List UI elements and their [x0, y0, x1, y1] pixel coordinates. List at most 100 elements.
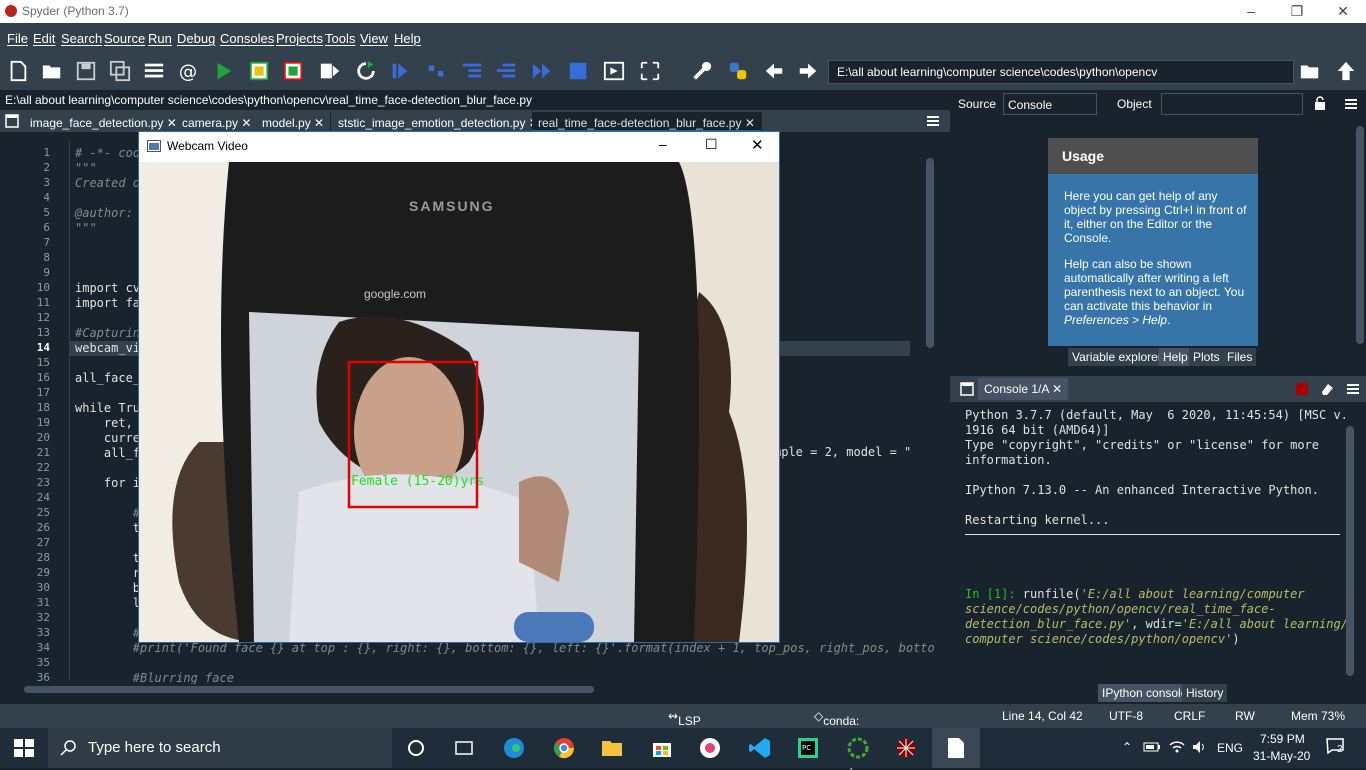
run-selection-icon[interactable] [318, 60, 342, 82]
chrome-icon[interactable] [552, 736, 576, 760]
fullscreen-icon[interactable] [638, 60, 662, 82]
line-number: 4 [43, 191, 50, 204]
preferences-icon[interactable] [690, 60, 714, 82]
close-icon[interactable]: ✕ [745, 116, 755, 130]
tray-arrow-icon[interactable]: ⌃ [1122, 740, 1132, 754]
tab-plots[interactable]: Plots [1189, 348, 1224, 366]
source-combo[interactable]: Console [1003, 93, 1097, 115]
maximize-pane-icon[interactable] [602, 60, 626, 82]
menu-edit[interactable]: Edit [33, 31, 55, 46]
ipython-console[interactable]: Python 3.7.7 (default, May 6 2020, 11:45… [956, 404, 1354, 680]
rerun-icon[interactable] [354, 60, 378, 82]
stop-icon[interactable] [566, 60, 590, 82]
volume-icon[interactable] [1192, 740, 1208, 754]
close-icon[interactable]: ✕ [1052, 382, 1062, 396]
webcam-minimize-button[interactable]: – [659, 136, 667, 152]
menu-search[interactable]: Search [61, 31, 102, 46]
tab-files[interactable]: Files [1223, 348, 1257, 366]
menu-source[interactable]: Source [104, 31, 145, 46]
options-menu-icon[interactable] [926, 114, 940, 128]
line-number: 23 [36, 476, 50, 489]
menu-file[interactable]: File [7, 31, 28, 46]
new-file-icon[interactable] [6, 60, 30, 82]
webcam-close-button[interactable]: ✕ [751, 136, 764, 154]
taskbar-search[interactable]: Type here to search [48, 728, 392, 768]
cortana-icon[interactable] [404, 736, 428, 760]
menu-run[interactable]: Run [148, 31, 172, 46]
step-into-icon[interactable] [460, 60, 484, 82]
console-tab[interactable]: Console 1/A ✕ [978, 378, 1069, 400]
back-arrow-icon[interactable] [762, 60, 786, 82]
run-icon[interactable] [212, 60, 236, 82]
media-player-icon[interactable] [698, 736, 722, 760]
step-return-icon[interactable] [494, 60, 518, 82]
step-icon[interactable] [424, 60, 448, 82]
close-icon[interactable]: ✕ [314, 116, 324, 130]
close-button[interactable]: ✕ [1320, 0, 1366, 23]
wifi-icon[interactable] [1168, 740, 1186, 754]
at-icon[interactable]: @ [176, 60, 200, 82]
spyder-icon[interactable] [894, 736, 918, 760]
store-icon[interactable] [650, 736, 674, 760]
tab-help[interactable]: Help [1159, 348, 1192, 366]
menu-consoles[interactable]: Consoles [220, 31, 274, 46]
help-scrollbar[interactable] [1356, 126, 1364, 344]
notification-center[interactable]: 2 [1326, 738, 1348, 758]
menu-help[interactable]: Help [394, 31, 421, 46]
windows-start-icon[interactable] [12, 736, 36, 760]
save-icon[interactable] [74, 60, 98, 82]
menu-tools[interactable]: Tools [325, 31, 355, 46]
options-menu-icon[interactable] [1346, 382, 1360, 396]
run-cell-advance-icon[interactable] [282, 60, 306, 82]
pycharm-icon[interactable]: PC [796, 736, 820, 760]
tab-camera[interactable]: camera.py ✕ [176, 112, 259, 132]
menu-projects[interactable]: Projects [276, 31, 323, 46]
browse-tabs-icon[interactable] [960, 382, 974, 396]
minimize-button[interactable]: – [1228, 0, 1274, 23]
tab-ststic-image-emotion-detection[interactable]: ststic_image_emotion_detection.py ✕ [332, 112, 546, 132]
file-explorer-icon[interactable] [600, 736, 624, 760]
debug-icon[interactable] [388, 60, 412, 82]
editor-horizontal-scrollbar[interactable] [24, 686, 594, 693]
open-file-icon[interactable] [40, 60, 64, 82]
list-icon[interactable] [142, 60, 166, 82]
options-menu-icon[interactable] [1344, 97, 1358, 111]
vscode-icon[interactable] [748, 736, 772, 760]
task-view-icon[interactable] [452, 736, 476, 760]
code-line: """ [75, 221, 97, 235]
clock-date[interactable]: 31-May-20 [1253, 749, 1310, 763]
save-all-icon[interactable] [108, 60, 132, 82]
eraser-icon[interactable] [1320, 382, 1334, 396]
tab-history[interactable]: History [1182, 684, 1228, 702]
object-input[interactable] [1161, 93, 1303, 115]
console-scrollbar[interactable] [1346, 426, 1354, 676]
run-cell-icon[interactable] [248, 60, 272, 82]
editor-vertical-scrollbar[interactable] [926, 158, 934, 348]
tab-real-time-face-detection[interactable]: real_time_face-detection_blur_face.py ✕ [532, 112, 762, 132]
continue-icon[interactable] [530, 60, 554, 82]
webcam-window[interactable]: Webcam Video – ☐ ✕ Female (15-20)yrs SAM… [138, 131, 780, 643]
tab-model[interactable]: model.py ✕ [256, 112, 332, 132]
browse-tabs-icon[interactable] [5, 114, 19, 128]
python-path-icon[interactable] [726, 60, 750, 82]
tab-ipython-console[interactable]: IPython console [1098, 684, 1192, 702]
menu-view[interactable]: View [360, 31, 388, 46]
tab-image-face-detection[interactable]: image_face_detection.py ✕ [24, 112, 184, 132]
parent-directory-icon[interactable] [1334, 60, 1358, 82]
edge-icon[interactable] [502, 736, 526, 760]
lock-icon[interactable] [1314, 96, 1326, 110]
forward-arrow-icon[interactable] [796, 60, 820, 82]
stop-kernel-icon[interactable] [1296, 383, 1308, 395]
working-directory-combo[interactable]: E:\all about learning\computer science\c… [828, 60, 1294, 84]
browse-folder-icon[interactable] [1298, 60, 1322, 82]
restore-button[interactable]: ❐ [1274, 0, 1320, 23]
language-indicator[interactable]: ENG [1217, 741, 1243, 755]
anaconda-icon[interactable] [846, 736, 870, 760]
active-app-highlight[interactable] [932, 728, 980, 768]
webcam-maximize-button[interactable]: ☐ [705, 136, 718, 153]
battery-icon[interactable] [1143, 740, 1161, 754]
clock-time[interactable]: 7:59 PM [1260, 732, 1305, 746]
close-icon[interactable]: ✕ [241, 116, 251, 130]
tab-variable-explorer[interactable]: Variable explorer [1068, 348, 1166, 366]
menu-debug[interactable]: Debug [177, 31, 215, 46]
